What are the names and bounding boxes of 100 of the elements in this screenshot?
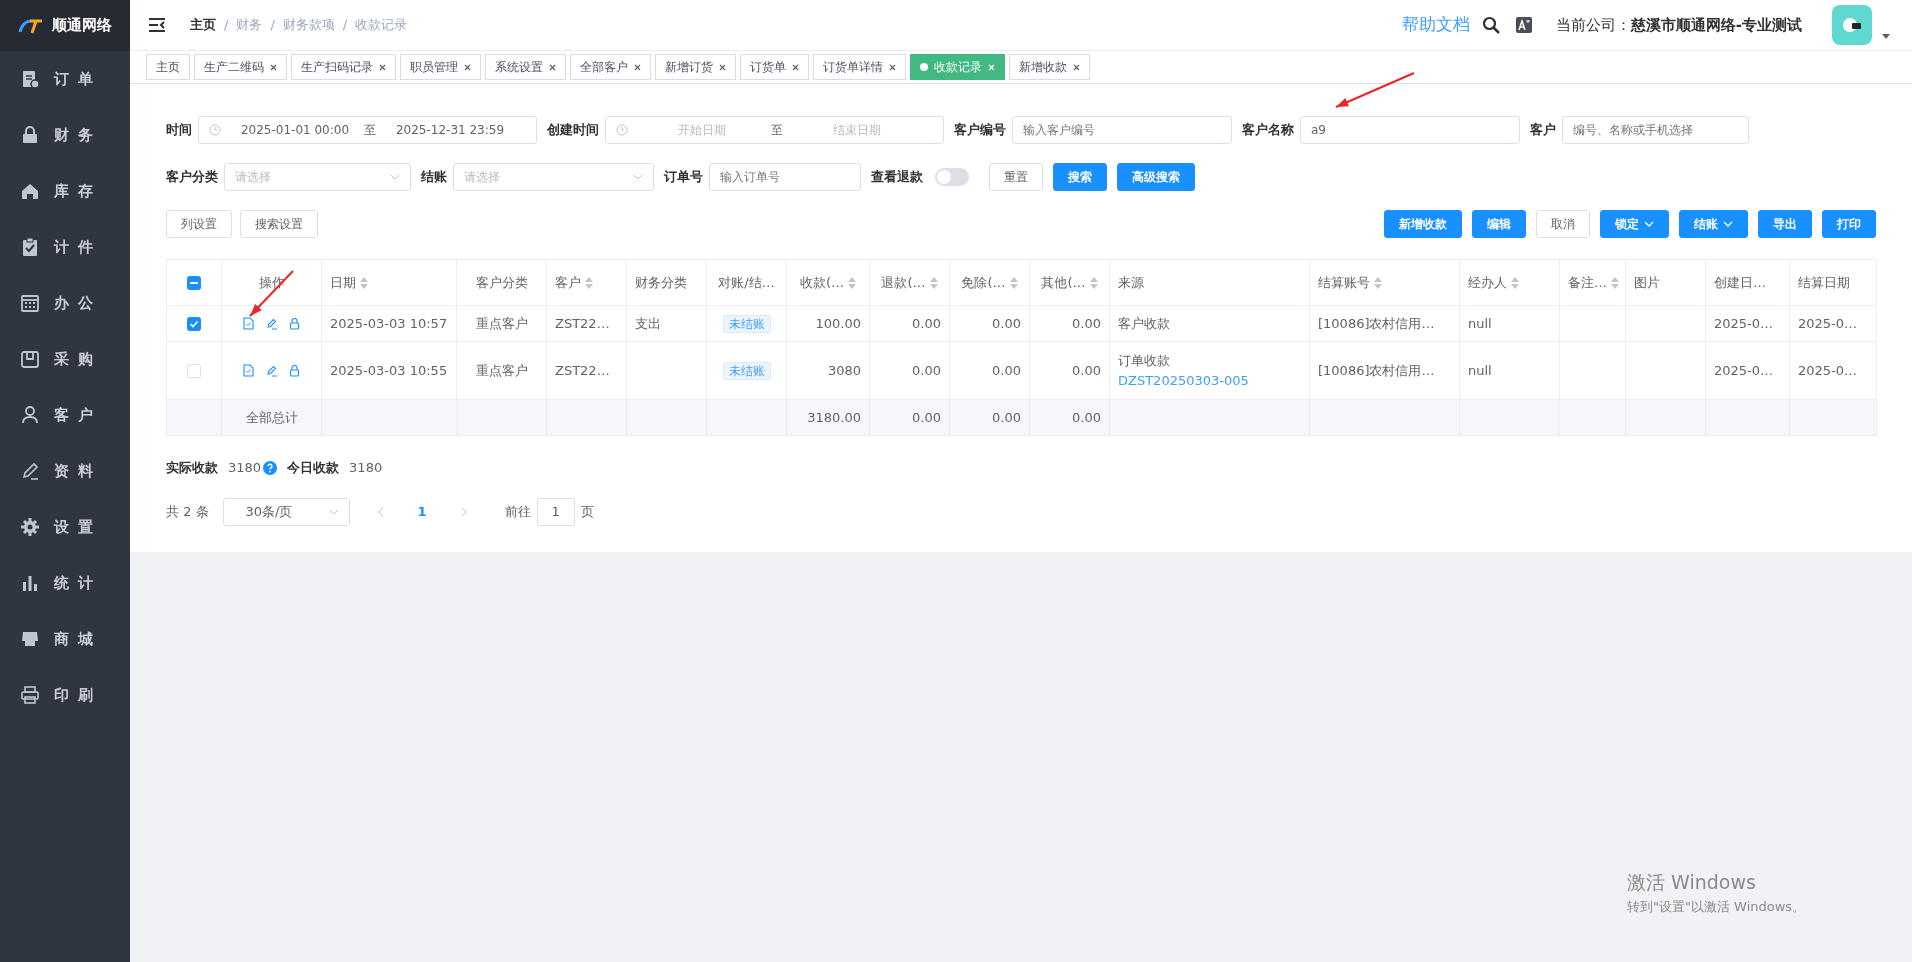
clipboard-icon xyxy=(20,237,40,257)
printer-icon xyxy=(20,685,40,705)
sidebar-item[interactable]: 设置 xyxy=(0,499,130,555)
view-icon[interactable] xyxy=(242,364,255,377)
close-icon[interactable] xyxy=(379,63,386,71)
sidebar-item[interactable]: 财务 xyxy=(0,107,130,163)
table-cell: 2025-03-03 10:55 xyxy=(330,362,448,378)
page-tab[interactable]: 生产扫码记录 xyxy=(291,54,396,80)
sidebar-item[interactable]: 印刷 xyxy=(0,667,130,723)
text-field[interactable]: 编号、名称或手机选择 xyxy=(1562,116,1749,144)
table-cell: 重点客户 xyxy=(475,315,528,331)
close-icon[interactable] xyxy=(549,63,556,71)
table-cell: 2025-0… xyxy=(1714,315,1774,331)
filter-label: 结账 xyxy=(421,168,447,187)
breadcrumb-item: 收款记录 xyxy=(355,16,408,35)
sidebar-item[interactable]: 商城 xyxy=(0,611,130,667)
lock-icon[interactable] xyxy=(288,317,301,330)
sort-icon[interactable] xyxy=(1009,276,1018,289)
chevron-left-icon[interactable] xyxy=(377,506,384,517)
total-label: 全部总计 xyxy=(245,409,298,425)
checkbox[interactable] xyxy=(187,317,201,332)
chevron-down-icon xyxy=(633,174,643,180)
summary-label: 今日收款 xyxy=(287,459,340,477)
close-icon[interactable] xyxy=(464,63,471,71)
person-icon xyxy=(20,405,40,425)
sidebar-item[interactable]: 计件 xyxy=(0,219,130,275)
edit-icon[interactable] xyxy=(265,364,278,377)
breadcrumb-separator: / xyxy=(342,16,348,35)
sort-icon[interactable] xyxy=(360,276,368,289)
page-tab[interactable]: 主页 xyxy=(146,54,190,80)
page-tab[interactable]: 订货单 xyxy=(740,54,809,80)
toolbar-button[interactable]: 取消 xyxy=(1536,210,1590,238)
sort-icon[interactable] xyxy=(1511,276,1519,289)
filter-label: 订单号 xyxy=(664,168,703,187)
table-cell: 3180.00 xyxy=(807,409,861,425)
sort-icon[interactable] xyxy=(848,276,857,289)
chevron-right-icon[interactable] xyxy=(460,506,467,517)
text-field[interactable]: a9 xyxy=(1300,116,1520,144)
close-icon[interactable] xyxy=(792,63,799,71)
home-icon xyxy=(20,181,40,201)
document-icon xyxy=(20,69,40,89)
search-icon[interactable] xyxy=(1481,16,1500,34)
filter-button[interactable]: 重置 xyxy=(989,163,1043,191)
toolbar-button[interactable]: 搜索设置 xyxy=(240,210,318,238)
table-cell: 0.00 xyxy=(912,409,941,425)
page-tab[interactable]: 新增收款 xyxy=(1009,54,1090,80)
page-tab[interactable]: 职员管理 xyxy=(400,54,481,80)
toolbar-button[interactable]: 列设置 xyxy=(166,210,232,238)
page-tab[interactable]: 全部客户 xyxy=(570,54,651,80)
view-icon[interactable] xyxy=(242,317,255,330)
status-tag: 未结账 xyxy=(722,361,771,380)
sidebar-item[interactable]: 客户 xyxy=(0,387,130,443)
sort-icon[interactable] xyxy=(1611,276,1619,289)
page-tab[interactable]: 系统设置 xyxy=(485,54,566,80)
avatar-icon[interactable] xyxy=(1832,5,1872,45)
translate-icon[interactable] xyxy=(1515,17,1532,33)
column-header[interactable]: 客户 xyxy=(555,272,581,293)
logo-icon xyxy=(18,17,44,34)
sidebar-item[interactable]: 资料 xyxy=(0,443,130,499)
status-tag: 未结账 xyxy=(722,314,771,333)
sidebar-item[interactable]: 办公 xyxy=(0,275,130,331)
sidebar-item[interactable]: 库存 xyxy=(0,163,130,219)
close-icon[interactable] xyxy=(270,63,277,71)
caret-icon[interactable] xyxy=(1882,33,1890,39)
sidebar-item[interactable]: 订单 xyxy=(0,51,130,107)
page-input[interactable]: 1 xyxy=(536,497,575,526)
sort-icon[interactable] xyxy=(1089,276,1098,289)
page-tab[interactable]: 新增订货 xyxy=(655,54,736,80)
summary-label: 实际收款 xyxy=(166,459,218,477)
column-header: 结算日期 xyxy=(1798,273,1850,292)
text-field[interactable]: 输入客户编号 xyxy=(1012,116,1232,144)
column-header[interactable]: 结算账号 xyxy=(1318,272,1370,293)
sidebar-item[interactable]: 采购 xyxy=(0,331,130,387)
lock-icon[interactable] xyxy=(288,364,301,377)
sort-icon[interactable] xyxy=(585,276,593,289)
column-header[interactable]: 经办人 xyxy=(1468,272,1507,293)
edit-icon[interactable] xyxy=(265,317,278,330)
date-range-field[interactable]: 2025-01-01 00:00 至 2025-12-31 23:59 xyxy=(198,116,537,144)
page-tab[interactable]: 生产二维码 xyxy=(194,54,287,80)
breadcrumb-item[interactable]: 主页 xyxy=(190,15,216,35)
close-icon[interactable] xyxy=(889,63,896,71)
checkbox[interactable] xyxy=(187,276,201,291)
page-size-select[interactable]: 30条/页 xyxy=(222,497,350,526)
page-tab[interactable]: 订货单详情 xyxy=(813,54,906,80)
sort-icon[interactable] xyxy=(1374,276,1382,289)
text-field[interactable]: 输入订单号 xyxy=(709,163,861,191)
toggle-switch[interactable] xyxy=(935,168,969,186)
summary-value: 3180 xyxy=(349,459,383,477)
date-range-field[interactable]: 开始日期 至 结束日期 xyxy=(605,116,944,144)
sidebar-item[interactable]: 统计 xyxy=(0,555,130,611)
close-icon[interactable] xyxy=(1073,63,1080,71)
help-icon[interactable] xyxy=(263,460,278,475)
close-icon[interactable] xyxy=(719,63,726,71)
close-icon[interactable] xyxy=(634,63,641,71)
table-cell: 3080 xyxy=(827,362,861,378)
column-header: 对账/结… xyxy=(718,273,775,292)
activation-message: 转到"设置"以激活 Windows。 xyxy=(1627,897,1806,916)
column-header[interactable]: 日期 xyxy=(330,272,356,293)
menu-icon[interactable] xyxy=(148,17,166,33)
sort-icon[interactable] xyxy=(929,276,938,289)
